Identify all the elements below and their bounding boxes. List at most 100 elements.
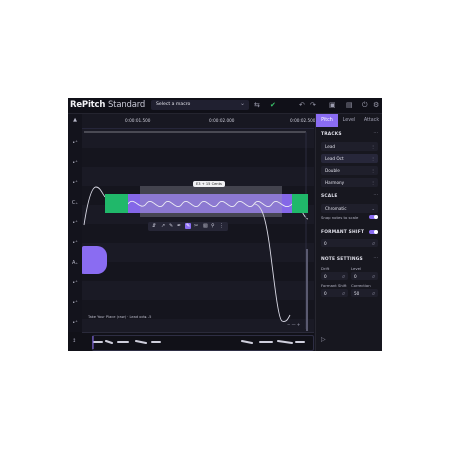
track-item[interactable]: Double ⋮ [321, 166, 378, 175]
reset-icon[interactable]: ↺ [371, 291, 375, 296]
overview-tool: ↕ [68, 332, 82, 351]
note-settings-more-icon[interactable]: ⋯ [373, 256, 378, 261]
reset-icon[interactable]: ↺ [341, 291, 345, 296]
time-ruler[interactable]: 0:00:01.500 0:00:02.000 0:00:02.500 [82, 114, 316, 129]
redo-icon[interactable]: ↷ [310, 101, 316, 109]
pitch-tool-icon[interactable]: ✎ [185, 223, 192, 229]
scale-value: Chromatic [325, 205, 347, 211]
note-settings-title: NOTE SETTINGS [321, 257, 363, 262]
note-block-right[interactable] [292, 194, 308, 213]
swap-icon[interactable]: ⇆ [254, 101, 260, 109]
drag-handle-icon[interactable]: ⋮ [371, 144, 375, 149]
drag-handle-icon[interactable]: ⋮ [371, 180, 375, 185]
drag-handle-icon[interactable]: ⋮ [371, 168, 375, 173]
chevron-down-icon: ⌄ [239, 100, 245, 107]
ruler-time: 0:00:02.500 [290, 118, 316, 123]
track-tool-5-icon[interactable]: •⁺ [70, 220, 80, 226]
scale-select[interactable]: Chromatic ⌄ [321, 204, 378, 213]
right-panel: Pitch Level Attack TRACKS ⋯ Lead ⋮ Lead … [315, 114, 382, 351]
drift-label: Drift [321, 266, 330, 271]
track-tool-column: ▲ •⁺ •⁺ •⁺ C₊ •⁺ •⁺ A₊ •⁺ •⁺ •⁺ [68, 114, 83, 351]
check-circle-icon[interactable]: ✔ [270, 101, 276, 109]
tab-level[interactable]: Level [338, 114, 360, 127]
formant-shift-value: 0 [324, 290, 327, 296]
formant-shift-field[interactable]: 0 ↺ [321, 289, 348, 297]
track-tool-7-icon[interactable]: A₊ [70, 260, 80, 266]
chevron-down-icon: ⌄ [371, 205, 375, 211]
brand-edition: Standard [107, 100, 146, 110]
track-item-label: Double [325, 167, 340, 173]
track-item[interactable]: Harmony ⋮ [321, 178, 378, 187]
tracks-title: TRACKS [321, 132, 342, 137]
track-tool-4-icon[interactable]: C₊ [70, 200, 80, 206]
drift-value: 0 [324, 273, 327, 279]
pencil-icon[interactable]: ✎ [169, 223, 173, 229]
formant-toggle[interactable] [369, 230, 378, 234]
track-item-label: Lead Oct [325, 155, 344, 161]
repitch-window: RePitch Standard Select a macro ⌄ ⇆ ✔ ↶ … [68, 98, 382, 351]
track-item-label: Harmony [325, 179, 345, 185]
macro-select-label: Select a macro [156, 101, 191, 107]
level-field[interactable]: 0 ↺ [351, 272, 378, 280]
snap-toggle[interactable] [369, 215, 378, 219]
track-item[interactable]: Lead ⋮ [321, 142, 378, 151]
tab-pitch[interactable]: Pitch [316, 114, 338, 127]
gear-icon[interactable]: ⚙ [373, 101, 379, 109]
track-tool-1-icon[interactable]: •⁺ [70, 140, 80, 146]
drift-field[interactable]: 0 ↺ [321, 272, 348, 280]
track-tool-3-icon[interactable]: •⁺ [70, 180, 80, 186]
more-icon[interactable]: ⋮ [219, 223, 224, 229]
power-icon[interactable]: ⏻ [362, 101, 368, 109]
library-icon[interactable]: ▤ [346, 101, 353, 109]
track-item[interactable]: Lead Oct ⋮ [321, 154, 378, 163]
track-item-label: Lead [325, 143, 336, 149]
zoom-icon[interactable]: ⚲ [211, 223, 215, 229]
arrows-icon[interactable]: ⇵ [152, 223, 156, 229]
audio-blob[interactable] [82, 246, 107, 274]
lock-icon[interactable]: ▲ [70, 117, 80, 123]
collapse-panel-icon[interactable]: ▷ [321, 336, 326, 343]
track-tool-6-icon[interactable]: •⁺ [70, 240, 80, 246]
track-tool-8-icon[interactable]: •⁺ [70, 280, 80, 286]
scissors-icon[interactable]: ✂ [194, 223, 198, 229]
ruler-time: 0:00:01.500 [125, 118, 151, 123]
formant-field[interactable]: 0 ↺ [321, 239, 378, 247]
brush-icon[interactable]: ✒ [177, 223, 181, 229]
undo-icon[interactable]: ↶ [299, 101, 305, 109]
title-bar: RePitch Standard Select a macro ⌄ ⇆ ✔ ↶ … [68, 98, 382, 114]
track-tool-2-icon[interactable]: •⁺ [70, 160, 80, 166]
reset-icon[interactable]: ↺ [371, 241, 375, 246]
brand-name: RePitch [70, 100, 106, 110]
formant-shift-label: Formant Shift [321, 283, 347, 288]
zoom-control[interactable]: − — + [287, 322, 300, 327]
snap-label: Snap notes to scale [321, 215, 359, 220]
glue-icon[interactable]: ▧ [203, 223, 208, 229]
correction-label: Correction [351, 283, 371, 288]
reset-icon[interactable]: ↺ [371, 274, 375, 279]
cursor-icon[interactable]: ↗ [161, 223, 165, 229]
app-logo: RePitch Standard [70, 100, 145, 110]
formant-title: FORMANT SHIFT [321, 230, 365, 235]
macro-select[interactable]: Select a macro ⌄ [151, 100, 249, 110]
correction-value: 50 [354, 290, 360, 296]
scale-more-icon[interactable]: ⋯ [373, 193, 378, 198]
ruler-time: 0:00:02.000 [209, 118, 235, 123]
overview-strip[interactable] [82, 332, 314, 351]
panel-tabs: Pitch Level Attack [316, 114, 382, 127]
reset-icon[interactable]: ↺ [341, 274, 345, 279]
save-icon[interactable]: ▣ [329, 101, 336, 109]
overview-icon[interactable]: ↕ [72, 338, 76, 344]
pitch-editor[interactable]: E3 + 15 Cents ⇵ ↗ ✎ ✒ ✎ ✂ ▧ ⚲ ⋮ Take You… [82, 129, 314, 332]
note-toolbar: ⇵ ↗ ✎ ✒ ✎ ✂ ▧ ⚲ ⋮ [148, 222, 228, 231]
scale-title: SCALE [321, 194, 338, 199]
drag-handle-icon[interactable]: ⋮ [371, 156, 375, 161]
note-block-left[interactable] [105, 194, 128, 213]
track-tool-9-icon[interactable]: •⁺ [70, 300, 80, 306]
tracks-more-icon[interactable]: ⋯ [373, 131, 378, 136]
pitch-tooltip: E3 + 15 Cents [193, 181, 225, 187]
track-tool-10-icon[interactable]: •⁺ [70, 320, 80, 326]
correction-field[interactable]: 50 ↺ [351, 289, 378, 297]
tab-attack[interactable]: Attack [360, 114, 382, 127]
overview-waveform [92, 336, 305, 349]
formant-value: 0 [324, 240, 327, 246]
